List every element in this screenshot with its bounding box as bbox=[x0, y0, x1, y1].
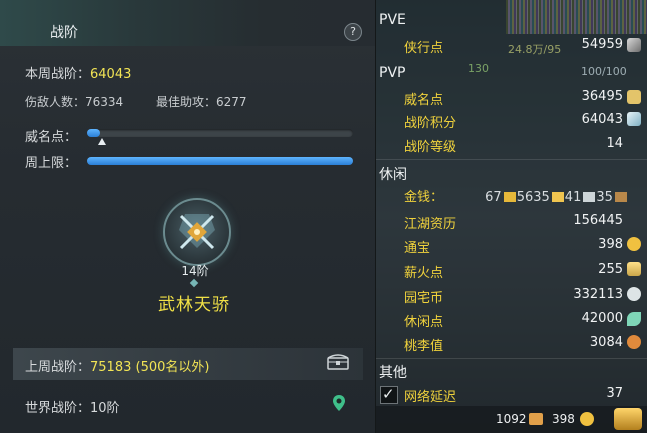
pvp-item-label-0: 威名点 bbox=[404, 93, 444, 108]
boot-icon bbox=[529, 413, 543, 425]
silver-ingot-icon bbox=[551, 192, 564, 202]
help-button[interactable]: ? bbox=[344, 23, 362, 41]
gourd-icon bbox=[627, 335, 641, 349]
world-label: 世界战阶： bbox=[25, 401, 91, 416]
pvp-item-label-1: 战阶积分 bbox=[404, 116, 457, 131]
coin-icon bbox=[627, 237, 641, 251]
this-week-label: 本周战阶： bbox=[25, 67, 91, 82]
pvp-item-value-1: 64043 bbox=[581, 112, 623, 127]
crossed-swords-icon bbox=[179, 214, 215, 250]
leisure-item-label-1: 通宝 bbox=[404, 241, 431, 256]
leisure-item-label-2: 薪火点 bbox=[404, 266, 444, 281]
kills-label: 伤敌人数： bbox=[25, 95, 86, 109]
best-assist-stat: 最佳助攻：6277 bbox=[156, 93, 247, 110]
kills-value: 76334 bbox=[85, 95, 124, 109]
cap-label: 周上限： bbox=[25, 156, 78, 171]
money-silver: 5635 bbox=[516, 190, 550, 205]
rank-divider bbox=[189, 278, 199, 288]
pvp-header: PVP bbox=[379, 65, 406, 81]
leisure-header: 休闲 bbox=[379, 167, 407, 183]
pvp-item-value-0: 36495 bbox=[581, 89, 623, 104]
section-divider-2 bbox=[376, 358, 647, 359]
background-text-3: 100/100 bbox=[581, 65, 627, 78]
leisure-item-label-5: 桃李值 bbox=[404, 339, 444, 354]
money-extra: 35 bbox=[596, 190, 613, 205]
bottom-value-a: 1092 bbox=[496, 412, 527, 426]
crystal-icon bbox=[627, 112, 641, 126]
money-row: 金钱： 67 5635 41 35 bbox=[404, 186, 628, 205]
brush-icon bbox=[627, 38, 641, 52]
last-week-value: 75183 (500名以外) bbox=[90, 360, 210, 375]
extra-currency-icon bbox=[614, 192, 627, 202]
ingot-shop-button[interactable] bbox=[614, 408, 642, 430]
fame-progress-marker bbox=[98, 138, 106, 145]
bottom-bar: 1092 398 bbox=[376, 406, 647, 433]
money-copper: 41 bbox=[564, 190, 582, 205]
fame-progress-fill bbox=[87, 129, 101, 137]
pvp-item-label-2: 战阶等级 bbox=[404, 140, 457, 155]
leisure-item-value-2: 255 bbox=[598, 262, 623, 277]
background-text-2: 130 bbox=[468, 62, 489, 75]
leisure-item-label-0: 江湖资历 bbox=[404, 217, 457, 232]
bottom-value-b: 398 bbox=[552, 412, 575, 426]
location-pin-icon[interactable] bbox=[332, 394, 346, 412]
battle-rank-panel: 战阶 ? 本周战阶：64043 伤敌人数：76334 最佳助攻：6277 威名点… bbox=[0, 0, 376, 433]
cap-progress-fill bbox=[87, 157, 353, 165]
leisure-item-value-3: 332113 bbox=[573, 287, 623, 302]
rank-title: 武林天骄 bbox=[158, 295, 230, 315]
rank-emblem bbox=[163, 198, 231, 266]
best-assist-label: 最佳助攻： bbox=[156, 95, 217, 109]
money-label: 金钱： bbox=[404, 190, 444, 205]
background-text-1: 24.8万/95 bbox=[508, 43, 562, 56]
flame-icon bbox=[627, 262, 641, 276]
this-week-value: 64043 bbox=[90, 67, 132, 82]
currency-panel: 24.8万/95 130 100/100 PVE 侠行点 54959 PVP 威… bbox=[376, 0, 647, 433]
leisure-item-value-4: 42000 bbox=[581, 311, 623, 326]
gold-ingot-icon bbox=[503, 192, 516, 202]
section-divider bbox=[376, 159, 647, 160]
world-value: 10阶 bbox=[90, 401, 120, 416]
latency-checkbox[interactable] bbox=[380, 385, 398, 404]
leisure-item-label-4: 休闲点 bbox=[404, 315, 444, 330]
leaf-icon bbox=[627, 312, 641, 326]
leisure-item-value-5: 3084 bbox=[589, 335, 623, 350]
leisure-item-value-0: 156445 bbox=[573, 213, 623, 228]
fame-label: 威名点： bbox=[25, 130, 78, 145]
fame-progress-bar bbox=[87, 129, 353, 137]
reward-chest-icon[interactable] bbox=[327, 354, 349, 370]
best-assist-value: 6277 bbox=[216, 95, 247, 109]
other-header: 其他 bbox=[379, 365, 407, 381]
copper-ingot-icon bbox=[583, 192, 596, 202]
shell-icon bbox=[627, 287, 641, 301]
panel-title: 战阶 bbox=[50, 25, 78, 41]
kills-stat: 伤敌人数：76334 bbox=[25, 93, 123, 110]
money-gold: 67 bbox=[485, 190, 502, 205]
last-week-rank: 上周战阶：75183 (500名以外) bbox=[25, 356, 209, 375]
pve-item-value: 54959 bbox=[581, 37, 623, 52]
pve-item-label: 侠行点 bbox=[404, 41, 444, 56]
latency-label: 网络延迟 bbox=[404, 390, 457, 405]
scroll-icon bbox=[627, 90, 641, 104]
coin-icon-bottom bbox=[580, 412, 594, 426]
leisure-item-label-3: 园宅币 bbox=[404, 291, 444, 306]
world-rank: 世界战阶：10阶 bbox=[25, 397, 120, 416]
cap-progress-bar bbox=[87, 157, 353, 165]
pvp-item-value-2: 14 bbox=[606, 136, 623, 151]
last-week-label: 上周战阶： bbox=[25, 360, 91, 375]
pve-header: PVE bbox=[379, 12, 406, 28]
this-week-rank: 本周战阶：64043 bbox=[25, 63, 131, 82]
leisure-item-value-1: 398 bbox=[598, 237, 623, 252]
rank-level: 14阶 bbox=[181, 264, 209, 278]
latency-value: 37 bbox=[606, 386, 623, 401]
